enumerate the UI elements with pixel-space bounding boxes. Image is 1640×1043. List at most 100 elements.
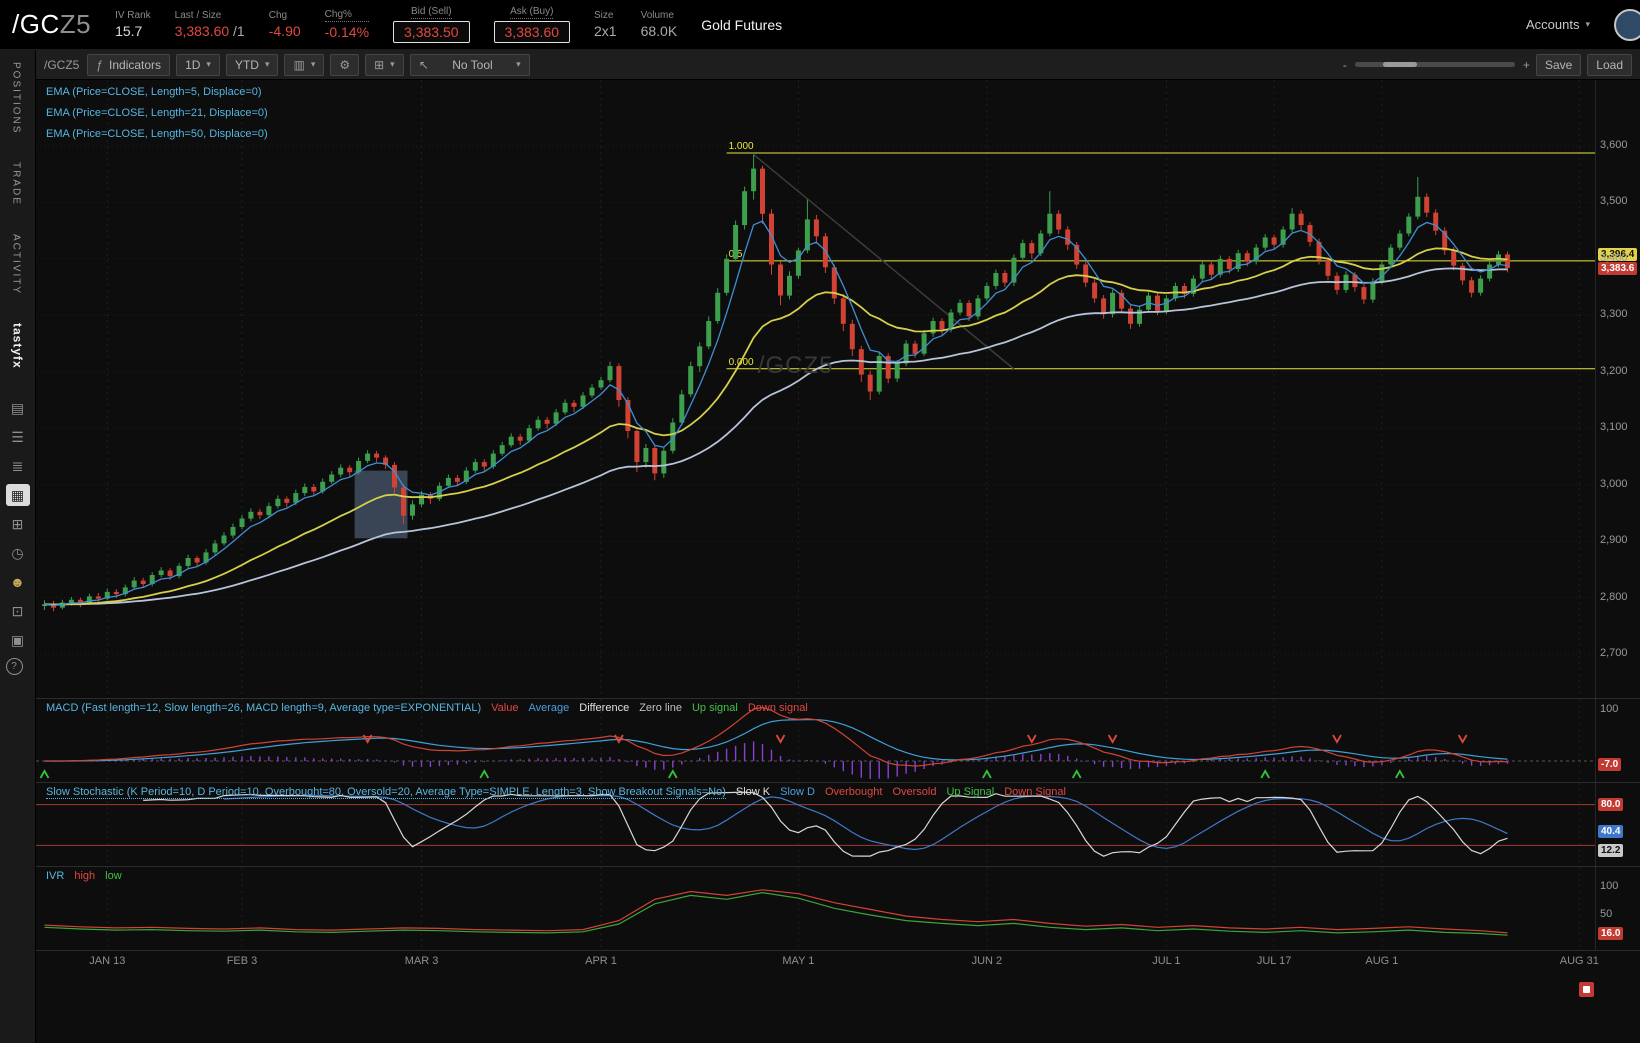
ivr-axis[interactable]: 100 50 16.0: [1595, 867, 1640, 950]
timeframe-dropdown[interactable]: 1D ▾: [176, 54, 220, 76]
iv-rank-field: IV Rank 15.7: [115, 10, 151, 39]
sidebar-tab-positions[interactable]: POSITIONS: [11, 62, 22, 134]
orders-icon[interactable]: ≣: [6, 455, 30, 477]
indicators-button[interactable]: ƒ Indicators: [87, 54, 170, 76]
gear-icon: ⚙: [339, 58, 350, 72]
macd-value-label: Value: [491, 702, 518, 714]
stochastic-title[interactable]: Slow Stochastic (K Period=10, D Period=1…: [46, 786, 726, 799]
ema-legend-line-2[interactable]: EMA (Price=CLOSE, Length=50, Displace=0): [46, 128, 268, 140]
chart-toolbar: /GCZ5 ƒ Indicators 1D ▾ YTD ▾ ▥ ▾: [36, 50, 1640, 80]
price-chart-canvas[interactable]: 1.0000.50.000: [36, 80, 1596, 698]
symbol-root: /GC: [12, 9, 60, 39]
time-axis-label: AUG 1: [1365, 955, 1398, 967]
price-axis-label: 3,400: [1600, 252, 1628, 264]
time-axis-label: AUG 31: [1560, 955, 1599, 967]
bid-button[interactable]: 3,383.50: [393, 21, 470, 43]
notification-icon[interactable]: [1579, 982, 1594, 997]
iv-rank-label: IV Rank: [115, 10, 151, 21]
chart-watermark: /GCZ5: [758, 352, 834, 380]
watchlist-icon[interactable]: ☰: [6, 426, 30, 448]
time-axis-label: MAY 1: [782, 955, 814, 967]
chg-label: Chg: [269, 10, 301, 21]
drawing-tool-dropdown[interactable]: ↖ No Tool ▾: [410, 54, 530, 76]
chg-value: -4.90: [269, 23, 301, 39]
ask-button[interactable]: 3,383.60: [494, 21, 571, 43]
stoch-up-signal-label: Up Signal: [946, 786, 994, 798]
macd-up-signal-label: Up signal: [692, 702, 738, 714]
instrument-description: Gold Futures: [701, 17, 782, 33]
accounts-dropdown[interactable]: Accounts ▾: [1526, 17, 1590, 32]
calendar-icon[interactable]: ▤: [6, 397, 30, 419]
oversold-label: Oversold: [892, 786, 936, 798]
save-label: Save: [1545, 58, 1572, 72]
price-axis-label: 3,200: [1600, 365, 1628, 377]
ivr-axis-100: 100: [1600, 880, 1618, 892]
time-axis-label: JUL 1: [1152, 955, 1180, 967]
layout-grid-dropdown[interactable]: ⊞ ▾: [365, 54, 404, 76]
time-axis-label: JUN 2: [972, 955, 1003, 967]
price-axis[interactable]: 3,396.4 3,383.6 3,6003,5003,4003,3003,20…: [1595, 80, 1640, 698]
chart-region: EMA (Price=CLOSE, Length=5, Displace=0) E…: [36, 80, 1640, 1043]
time-axis[interactable]: JAN 13FEB 3MAR 3APR 1MAY 1JUN 2JUL 1JUL …: [36, 950, 1640, 972]
zoom-slider-handle[interactable]: [1383, 62, 1417, 67]
bid-field: Bid (Sell) 3,383.50: [393, 6, 470, 43]
range-dropdown[interactable]: YTD ▾: [226, 54, 279, 76]
grid-layout-icon[interactable]: ⊞: [6, 513, 30, 535]
chevron-down-icon: ▾: [265, 59, 270, 70]
macd-average-label: Average: [528, 702, 569, 714]
save-button[interactable]: Save: [1536, 54, 1581, 76]
chevron-down-icon: ▾: [1585, 19, 1590, 30]
size-field: Size 2x1: [594, 10, 617, 39]
slow-d-label: Slow D: [780, 786, 815, 798]
macd-zero-label: Zero line: [639, 702, 682, 714]
macd-panel: MACD (Fast length=12, Slow length=26, MA…: [36, 698, 1640, 782]
chart-settings-button[interactable]: ⚙: [330, 54, 359, 76]
chg-pct-field: Chg% -0.14%: [325, 9, 369, 40]
overbought-badge: 80.0: [1598, 798, 1623, 811]
slow-k-label: Slow K: [736, 786, 770, 798]
account-avatar[interactable]: [1614, 9, 1640, 41]
history-icon[interactable]: ◷: [6, 542, 30, 564]
chart-icon[interactable]: ▦: [6, 484, 30, 506]
price-axis-label: 3,300: [1600, 308, 1628, 320]
timeframe-value: 1D: [185, 58, 200, 72]
stochastic-axis[interactable]: 80.0 40.4 12.2: [1595, 783, 1640, 866]
volume-label: Volume: [641, 10, 678, 21]
sidebar-tab-activity[interactable]: ACTIVITY: [11, 234, 22, 295]
macd-axis-top-label: 100: [1600, 703, 1618, 715]
ivr-canvas[interactable]: [36, 867, 1596, 950]
macd-title[interactable]: MACD (Fast length=12, Slow length=26, MA…: [46, 702, 481, 714]
ivr-axis-50: 50: [1600, 908, 1612, 920]
zoom-slider[interactable]: [1355, 62, 1515, 67]
ivr-title[interactable]: IVR: [46, 870, 64, 882]
symbol-title: /GCZ5: [12, 9, 91, 40]
macd-axis[interactable]: 100 -7.0: [1595, 699, 1640, 782]
macd-legend: MACD (Fast length=12, Slow length=26, MA…: [46, 702, 808, 714]
macd-difference-label: Difference: [579, 702, 629, 714]
volume-value: 68.0K: [641, 23, 678, 39]
time-axis-label: MAR 3: [405, 955, 439, 967]
zoom-control: - +: [1343, 58, 1530, 72]
size-value: 2x1: [594, 23, 617, 39]
quote-header: /GCZ5 IV Rank 15.7 Last / Size 3,383.60 …: [0, 0, 1640, 50]
last-price-value: 3,383.60: [175, 23, 230, 39]
sidebar-tab-trade[interactable]: TRADE: [11, 162, 22, 206]
help-icon[interactable]: ?: [6, 658, 23, 675]
chart-type-dropdown[interactable]: ▥ ▾: [284, 54, 324, 76]
ema-legend: EMA (Price=CLOSE, Length=5, Displace=0) E…: [46, 86, 268, 149]
chg-field: Chg -4.90: [269, 10, 301, 39]
social-icon[interactable]: ☻: [6, 571, 30, 593]
ema-legend-line-1[interactable]: EMA (Price=CLOSE, Length=21, Displace=0): [46, 107, 268, 119]
indicators-icon: ƒ: [96, 58, 103, 72]
price-axis-label: 3,000: [1600, 478, 1628, 490]
zoom-in-button[interactable]: +: [1523, 58, 1530, 72]
sidebar-tab-tastyfx[interactable]: tastyfx: [11, 323, 25, 369]
archive-icon[interactable]: ⊡: [6, 600, 30, 622]
notes-icon[interactable]: ▣: [6, 629, 30, 651]
price-axis-label: 2,900: [1600, 534, 1628, 546]
symbol-suffix: Z5: [60, 9, 91, 39]
chg-pct-value: -0.14%: [325, 24, 369, 40]
zoom-out-button[interactable]: -: [1343, 58, 1347, 72]
load-button[interactable]: Load: [1587, 54, 1632, 76]
ema-legend-line-0[interactable]: EMA (Price=CLOSE, Length=5, Displace=0): [46, 86, 268, 98]
